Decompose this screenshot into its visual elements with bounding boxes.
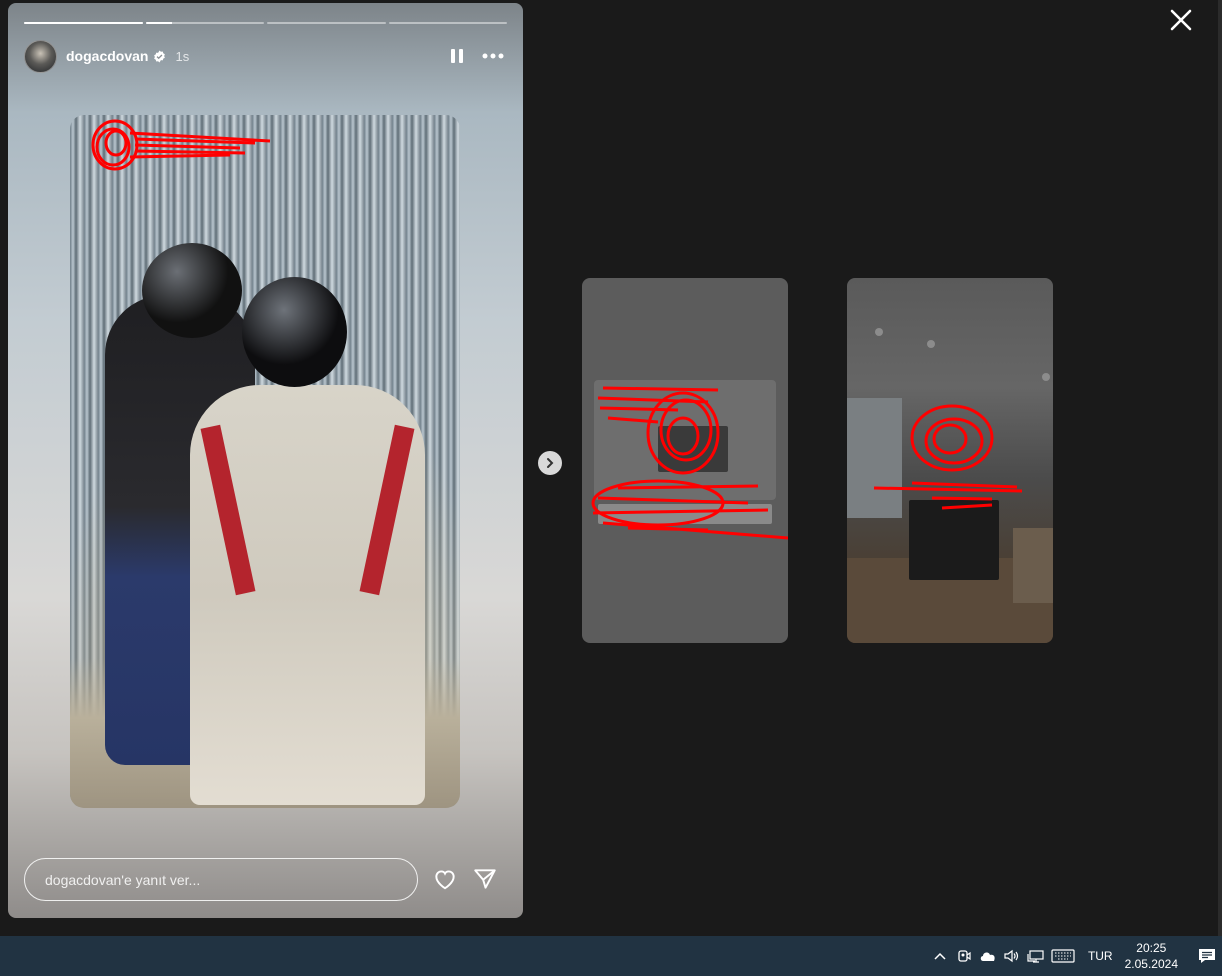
chevron-right-icon	[547, 458, 554, 468]
next-story-preview[interactable]	[847, 278, 1053, 643]
next-story-button[interactable]	[538, 451, 562, 475]
redaction-scribble	[91, 119, 271, 171]
redaction-scribble	[873, 404, 1023, 510]
close-icon	[1170, 9, 1192, 31]
show-hidden-icons-button[interactable]	[930, 946, 950, 966]
clock[interactable]: 20:25 2.05.2024	[1125, 940, 1178, 972]
story-username[interactable]: dogacdovan	[66, 48, 148, 64]
notification-icon	[1199, 949, 1215, 963]
network-button[interactable]	[1026, 946, 1046, 966]
pause-button[interactable]	[443, 42, 471, 70]
like-button[interactable]	[432, 866, 458, 892]
story-progress-bar	[24, 22, 507, 25]
chevron-up-icon	[934, 952, 946, 960]
action-center-button[interactable]	[1192, 936, 1222, 976]
progress-segment	[145, 22, 264, 24]
verified-badge-icon	[154, 50, 166, 62]
taskbar: TUR 20:25 2.05.2024	[0, 936, 1222, 976]
cloud-icon	[980, 952, 995, 961]
story-header: dogacdovan 1s	[24, 38, 507, 74]
story-timestamp: 1s	[175, 48, 190, 64]
input-language-indicator[interactable]: TUR	[1088, 949, 1113, 963]
clock-date: 2.05.2024	[1124, 957, 1178, 971]
avatar[interactable]	[24, 39, 57, 73]
keyboard-icon	[1051, 949, 1075, 963]
pause-icon	[451, 49, 463, 63]
more-options-button[interactable]	[479, 42, 507, 70]
next-story-preview[interactable]	[582, 278, 788, 643]
progress-segment	[267, 22, 386, 24]
reply-input[interactable]: dogacdovan'e yanıt ver...	[24, 858, 418, 901]
network-icon	[1027, 950, 1044, 963]
send-icon	[474, 869, 496, 889]
share-button[interactable]	[472, 866, 498, 892]
heart-icon	[435, 870, 455, 890]
progress-segment	[24, 22, 143, 24]
more-icon	[482, 53, 504, 59]
meet-now-icon	[958, 950, 971, 962]
onedrive-button[interactable]	[978, 946, 998, 966]
progress-segment	[388, 22, 507, 24]
tray-app-icon[interactable]	[954, 946, 974, 966]
volume-button[interactable]	[1002, 946, 1022, 966]
touch-keyboard-button[interactable]	[1050, 946, 1076, 966]
page-scrollbar[interactable]	[1218, 0, 1222, 936]
redaction-scribble	[591, 386, 788, 540]
speaker-icon	[1004, 949, 1019, 963]
close-button[interactable]	[1167, 6, 1195, 34]
story-viewer[interactable]: dogacdovan 1s dogacdovan'e yanıt ver...	[8, 3, 523, 918]
story-photo	[70, 115, 460, 808]
clock-time: 20:25	[1136, 941, 1167, 955]
reply-actions	[432, 866, 498, 892]
